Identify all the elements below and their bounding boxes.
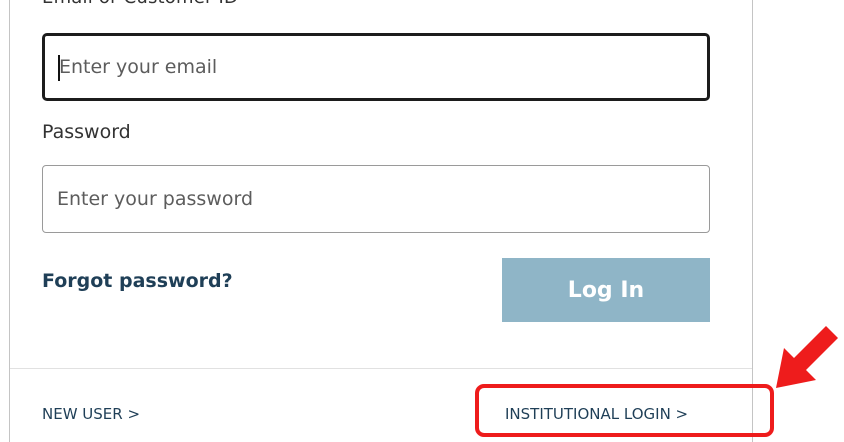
text-caret xyxy=(58,55,60,81)
password-field[interactable] xyxy=(43,166,709,232)
footer-divider xyxy=(10,368,752,369)
password-label: Password xyxy=(42,121,131,143)
forgot-password-link[interactable]: Forgot password? xyxy=(42,270,233,292)
annotation-highlight-box xyxy=(475,384,774,437)
email-field[interactable] xyxy=(45,36,707,98)
email-field-container[interactable] xyxy=(42,33,710,101)
email-label: Email or Customer ID xyxy=(42,0,238,8)
login-button[interactable]: Log In xyxy=(502,258,710,322)
red-arrow-icon xyxy=(776,326,838,388)
new-user-link[interactable]: NEW USER > xyxy=(42,405,140,423)
password-field-container[interactable] xyxy=(42,165,710,233)
